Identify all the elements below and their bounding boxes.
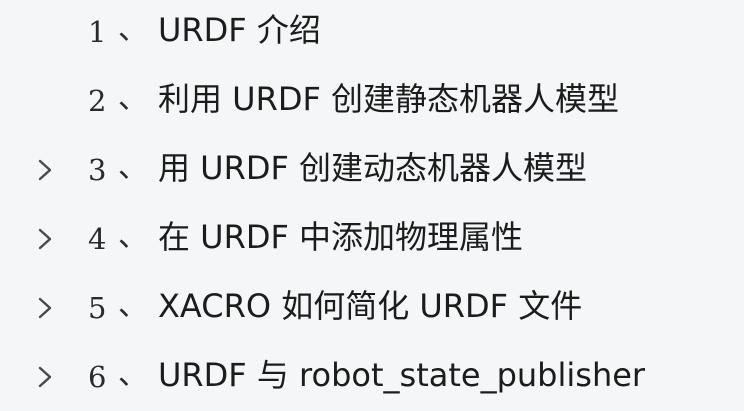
toc-item-number: 4 [88,222,107,256]
chevron-right-icon[interactable] [34,227,56,251]
toc-item-6[interactable]: 6 、 URDF 与 robot_state_publisher [0,351,744,403]
toc-item-separator: 、 [118,219,148,254]
toc-item-separator: 、 [118,288,148,323]
toc-item-1[interactable]: 1 、 URDF 介绍 [0,6,744,58]
toc-item-title[interactable]: 用 URDF 创建动态机器人模型 [158,148,587,188]
toc-item-separator: 、 [118,357,148,392]
chevron-right-icon[interactable] [34,296,56,320]
toc-item-title[interactable]: XACRO 如何简化 URDF 文件 [158,286,582,326]
chevron-right-icon[interactable] [34,158,56,182]
toc-item-number: 1 [88,15,107,49]
toc-item-4[interactable]: 4 、 在 URDF 中添加物理属性 [0,213,744,265]
toc-item-title[interactable]: URDF 介绍 [158,10,321,50]
toc-item-number: 2 [88,84,107,118]
toc-item-number: 3 [88,153,107,187]
toc-item-number: 5 [88,291,107,325]
chevron-right-icon[interactable] [34,365,56,389]
toc-item-separator: 、 [118,150,148,185]
toc-list: 1 、 URDF 介绍 2 、 利用 URDF 创建静态机器人模型 3 、 用 … [0,0,744,411]
toc-item-2[interactable]: 2 、 利用 URDF 创建静态机器人模型 [0,75,744,127]
toc-item-3[interactable]: 3 、 用 URDF 创建动态机器人模型 [0,144,744,196]
toc-item-title[interactable]: URDF 与 robot_state_publisher [158,355,645,395]
toc-item-title[interactable]: 利用 URDF 创建静态机器人模型 [158,79,619,119]
toc-item-separator: 、 [118,81,148,116]
toc-item-title[interactable]: 在 URDF 中添加物理属性 [158,217,523,257]
toc-item-5[interactable]: 5 、 XACRO 如何简化 URDF 文件 [0,282,744,334]
toc-item-number: 6 [88,360,107,394]
toc-item-separator: 、 [118,12,148,47]
